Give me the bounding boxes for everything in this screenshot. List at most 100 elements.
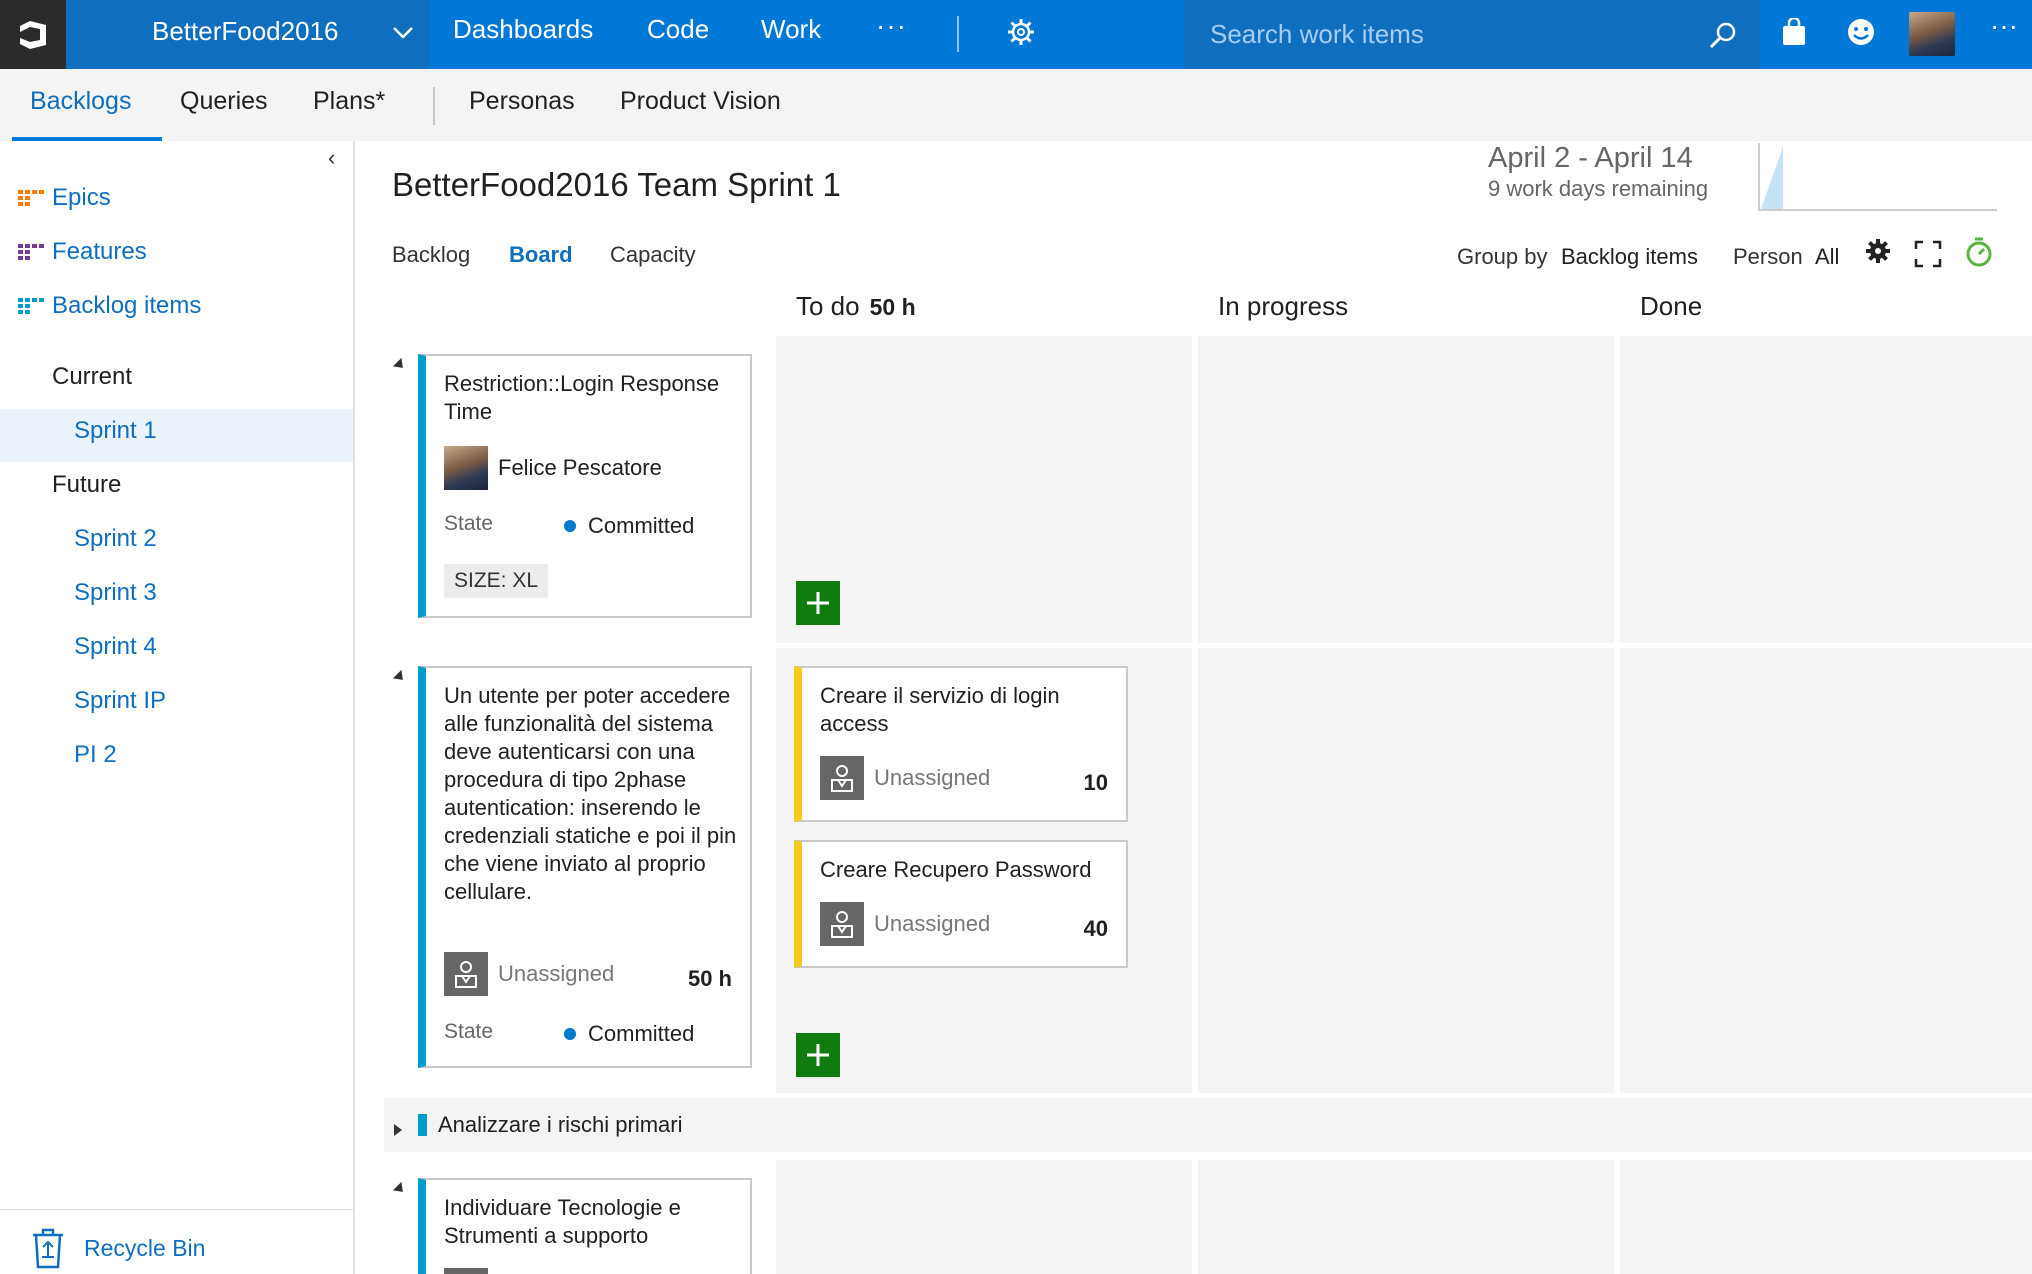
column-hours: 50 h <box>869 294 916 320</box>
search-icon[interactable] <box>1708 20 1738 55</box>
project-name[interactable]: BetterFood2016 <box>152 16 338 47</box>
expand-row-icon[interactable] <box>394 1124 402 1136</box>
board-cell-todo[interactable] <box>776 1160 1192 1274</box>
unassigned-avatar-icon <box>444 952 488 996</box>
collapse-row-icon[interactable] <box>392 669 408 685</box>
backlog-item-card[interactable]: Un utente per poter accedere alle funzio… <box>418 666 752 1068</box>
add-task-button[interactable] <box>796 1033 840 1077</box>
sidebar-item-sprint-4[interactable]: Sprint 4 <box>74 633 157 661</box>
tab-plans[interactable]: Plans* <box>313 87 385 116</box>
sidebar-item-sprint-3[interactable]: Sprint 3 <box>74 579 157 607</box>
card-title[interactable]: Individuare Tecnologie e Strumenti a sup… <box>444 1194 744 1250</box>
vsts-logo-icon[interactable] <box>0 0 66 69</box>
sidebar-item-backlog-items[interactable]: Backlog items <box>18 292 201 320</box>
person-filter-dropdown[interactable]: All <box>1815 244 1839 270</box>
epics-icon <box>18 190 44 206</box>
left-sidebar: ‹ Epics Features Backlog items Current S… <box>0 141 355 1274</box>
sidebar-item-label: Epics <box>52 184 111 211</box>
sidebar-item-sprint-1[interactable]: Sprint 1 <box>74 417 157 445</box>
burndown-chart[interactable] <box>1757 143 1997 211</box>
marketplace-bag-icon[interactable] <box>1780 16 1808 53</box>
pivot-capacity[interactable]: Capacity <box>610 242 696 268</box>
smiley-feedback-icon[interactable] <box>1846 17 1876 52</box>
board-cell-in-progress[interactable] <box>1198 336 1614 643</box>
state-value[interactable]: Committed <box>564 1021 694 1047</box>
task-assignee[interactable]: Unassigned <box>820 756 990 800</box>
pivot-backlog[interactable]: Backlog <box>392 242 470 268</box>
assignee-photo <box>444 446 488 490</box>
recycle-bin-icon <box>33 1228 63 1269</box>
card-assignee[interactable]: Felice Pescatore <box>444 446 662 490</box>
search-input[interactable] <box>1210 12 1680 56</box>
tag-badge[interactable]: SIZE: XL <box>444 564 549 598</box>
state-text: Committed <box>588 1021 695 1046</box>
iteration-group-current: Current <box>52 363 133 390</box>
state-label: State <box>444 512 494 535</box>
state-value[interactable]: Committed <box>564 513 694 539</box>
recycle-bin-link[interactable]: Recycle Bin <box>30 1227 205 1269</box>
plus-icon <box>807 1044 829 1066</box>
pivot-board[interactable]: Board <box>509 242 573 268</box>
board-settings-gear-icon[interactable] <box>1864 237 1892 270</box>
sidebar-item-label: Features <box>52 238 147 265</box>
collapse-row-icon[interactable] <box>392 1181 408 1197</box>
page-title: BetterFood2016 Team Sprint 1 <box>392 166 841 203</box>
fullscreen-icon[interactable] <box>1914 240 1942 273</box>
column-header-to-do: To do 50 h <box>796 291 916 322</box>
stopwatch-timer-icon[interactable] <box>1964 236 1994 273</box>
state-dot-icon <box>564 520 576 532</box>
board-cell-in-progress[interactable] <box>1198 1160 1614 1274</box>
sidebar-item-sprint-2[interactable]: Sprint 2 <box>74 525 157 553</box>
recycle-bin-label: Recycle Bin <box>84 1234 206 1261</box>
tab-product-vision[interactable]: Product Vision <box>620 87 781 116</box>
project-selector[interactable]: BetterFood2016 <box>66 0 429 69</box>
sidebar-item-epics[interactable]: Epics <box>18 184 111 212</box>
sidebar-item-features[interactable]: Features <box>18 238 147 266</box>
group-by-dropdown[interactable]: Backlog items <box>1561 244 1698 270</box>
work-days-remaining: 9 work days remaining <box>1488 176 1709 201</box>
settings-gear-icon[interactable] <box>1007 18 1035 51</box>
collapse-sidebar-icon[interactable]: ‹ <box>328 145 335 171</box>
assignee-name: Felice Pescatore <box>498 455 662 480</box>
nav-work[interactable]: Work <box>761 14 821 45</box>
collapsed-row-title[interactable]: Analizzare i rischi primari <box>438 1112 683 1138</box>
task-card[interactable]: Creare Recupero Password Unassigned 40 <box>794 840 1128 968</box>
person-filter-label: Person <box>1733 244 1803 269</box>
card-title[interactable]: Un utente per poter accedere alle funzio… <box>444 682 744 906</box>
assignee-name: Unassigned <box>498 961 615 986</box>
task-title[interactable]: Creare il servizio di login access <box>820 682 1120 738</box>
board-cell-done[interactable] <box>1620 1160 2032 1274</box>
card-assignee[interactable]: Unassigned <box>444 952 614 996</box>
sidebar-item-sprint-ip[interactable]: Sprint IP <box>74 687 166 715</box>
state-dot-icon <box>564 1028 576 1040</box>
board-cell-done[interactable] <box>1620 336 2032 643</box>
user-avatar[interactable] <box>1909 12 1955 56</box>
features-icon <box>18 244 44 260</box>
tab-personas[interactable]: Personas <box>469 87 575 116</box>
nav-more-button[interactable]: ··· <box>876 10 907 42</box>
task-assignee[interactable]: Unassigned <box>820 902 990 946</box>
task-title[interactable]: Creare Recupero Password <box>820 856 1120 884</box>
tab-backlogs[interactable]: Backlogs <box>30 87 131 116</box>
more-actions-button[interactable]: ··· <box>1990 10 2018 42</box>
remaining-work[interactable]: 40 <box>1084 916 1108 942</box>
backlog-item-card[interactable]: Individuare Tecnologie e Strumenti a sup… <box>418 1178 752 1274</box>
add-task-button[interactable] <box>796 581 840 625</box>
task-card[interactable]: Creare il servizio di login access Unass… <box>794 666 1128 822</box>
remaining-work[interactable]: 10 <box>1084 770 1108 796</box>
collapse-row-icon[interactable] <box>392 357 408 373</box>
board-cell-in-progress[interactable] <box>1198 648 1614 1093</box>
unassigned-avatar-icon <box>820 902 864 946</box>
chevron-down-icon[interactable] <box>392 20 414 51</box>
backlog-item-card[interactable]: Restriction::Login Response Time Felice … <box>418 354 752 618</box>
assignee-avatar <box>444 1268 488 1274</box>
board-cell-done[interactable] <box>1620 648 2032 1093</box>
tab-queries[interactable]: Queries <box>180 87 268 116</box>
nav-dashboards[interactable]: Dashboards <box>453 14 593 45</box>
nav-code[interactable]: Code <box>647 14 709 45</box>
sprint-dates: April 2 - April 14 <box>1488 142 1693 174</box>
card-title[interactable]: Restriction::Login Response Time <box>444 370 744 426</box>
remaining-work[interactable]: 50 h <box>688 966 732 992</box>
sidebar-item-pi-2[interactable]: PI 2 <box>74 741 117 769</box>
nav-divider <box>957 16 959 52</box>
